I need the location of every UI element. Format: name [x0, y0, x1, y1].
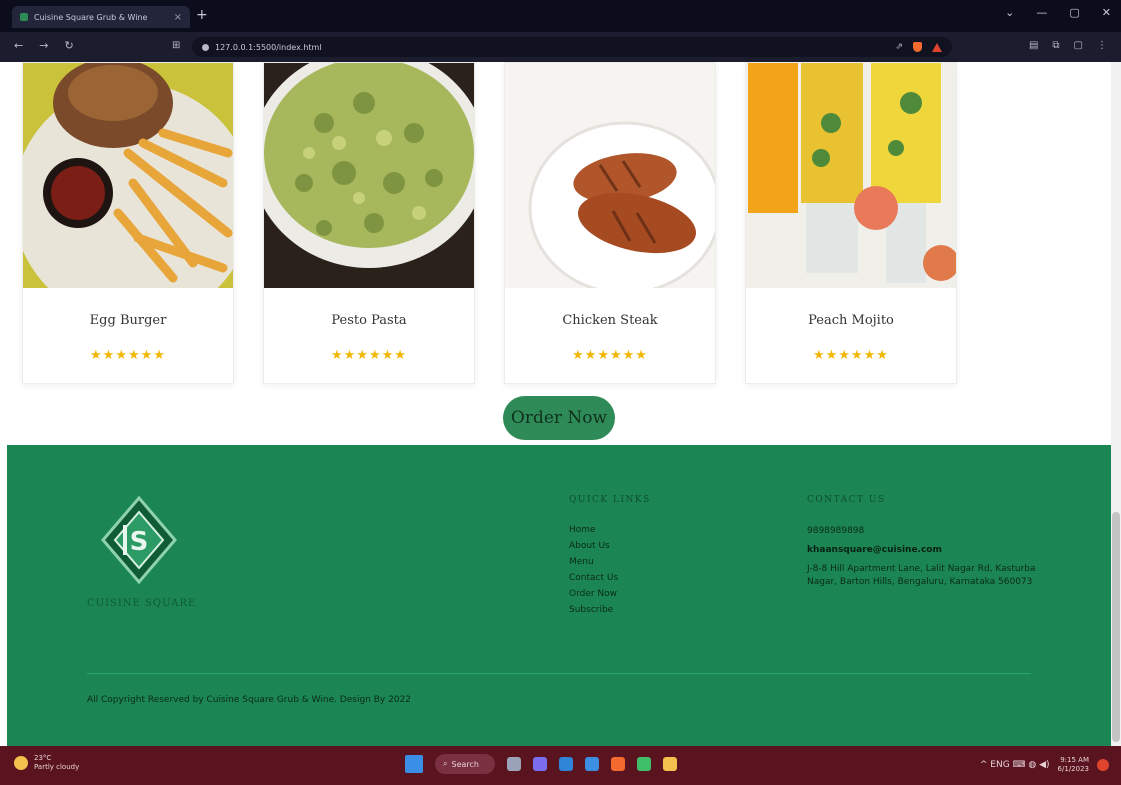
nav-buttons: ← → ↻ — [14, 39, 74, 52]
close-tab-icon[interactable]: × — [174, 12, 182, 23]
taskbar: 23°C Partly cloudy ⌕ Search ^ ENG ⌨ ◍ ◀)… — [0, 746, 1121, 785]
footer-link-menu[interactable]: Menu — [569, 557, 618, 567]
contact-email[interactable]: khaansquare@cuisine.com — [807, 544, 1047, 557]
quick-links-list: Home About Us Menu Contact Us Order Now … — [569, 525, 618, 615]
egg-burger-image — [23, 63, 233, 288]
footer-link-subscribe[interactable]: Subscribe — [569, 605, 618, 615]
browser-tab[interactable]: Cuisine Square Grub & Wine × — [12, 6, 190, 28]
url-text[interactable]: 127.0.0.1:5500/index.html — [215, 43, 889, 52]
sidebar-icon[interactable]: ▤ — [1029, 40, 1038, 51]
pesto-pasta-image — [264, 63, 474, 288]
scroll-thumb[interactable] — [1112, 512, 1120, 742]
minimize-button[interactable]: — — [1036, 6, 1047, 19]
extensions-icon[interactable]: ⧉ — [1052, 40, 1059, 51]
maximize-button[interactable]: ▢ — [1069, 6, 1079, 19]
search-label: Search — [451, 759, 479, 769]
whatsapp-icon[interactable] — [637, 757, 651, 771]
cuisine-square-logo[interactable]: S — [87, 490, 207, 610]
taskbar-search[interactable]: ⌕ Search — [435, 754, 495, 774]
card-title: Egg Burger — [89, 313, 167, 328]
address-bar[interactable]: 127.0.0.1:5500/index.html ⇗ — [192, 37, 952, 57]
notification-icon[interactable] — [1097, 759, 1109, 771]
card-title: Pesto Pasta — [331, 313, 407, 328]
browser-right-tools: ▤ ⧉ ▢ ⋮ — [1029, 40, 1107, 51]
vscode-icon[interactable] — [559, 757, 573, 771]
copyright-text: All Copyright Reserved by Cuisine Square… — [87, 695, 412, 705]
quick-links-title: QUICK LINKS — [569, 495, 651, 505]
clock-date: 6/1/2023 — [1057, 765, 1089, 773]
peach-mojito-image — [746, 63, 956, 288]
weather-desc: Partly cloudy — [34, 763, 80, 771]
menu-card[interactable]: Egg Burger ★★★★★★ — [22, 62, 234, 384]
chicken-steak-image — [505, 63, 715, 288]
footer-link-order[interactable]: Order Now — [569, 589, 618, 599]
menu-card[interactable]: Chicken Steak ★★★★★★ — [504, 62, 716, 384]
menu-card[interactable]: Pesto Pasta ★★★★★★ — [263, 62, 475, 384]
wallet-icon[interactable]: ▢ — [1074, 40, 1083, 51]
star-rating: ★★★★★★ — [572, 348, 648, 363]
clock[interactable]: 9:15 AM 6/1/2023 — [1058, 756, 1089, 774]
task-view-icon[interactable] — [507, 757, 521, 771]
tab-search-icon[interactable]: ⌄ — [1005, 6, 1014, 19]
brave-rewards-icon[interactable] — [932, 42, 942, 52]
file-explorer-icon[interactable] — [663, 757, 677, 771]
browser-toolbar: ← → ↻ ⊞ 127.0.0.1:5500/index.html ⇗ ▤ ⧉ … — [0, 32, 1121, 62]
store-icon[interactable] — [585, 757, 599, 771]
browser-tabbar: Cuisine Square Grub & Wine × + ⌄ — ▢ ✕ — [0, 0, 1121, 32]
page-scrollbar[interactable] — [1111, 62, 1121, 746]
share-icon[interactable]: ⇗ — [895, 42, 903, 52]
star-rating: ★★★★★★ — [90, 348, 166, 363]
address-bar-icons: ⇗ — [895, 42, 942, 52]
windows-start-icon[interactable] — [405, 755, 423, 773]
taskbar-apps: ⌕ Search — [405, 754, 677, 774]
page-content: Egg Burger ★★★★★★ Pesto Pasta ★★★★★★ Chi… — [0, 62, 1121, 746]
search-icon: ⌕ — [443, 759, 448, 768]
weather-widget[interactable]: 23°C Partly cloudy — [14, 754, 79, 772]
system-tray: ^ ENG ⌨ ◍ ◀) 9:15 AM 6/1/2023 — [980, 756, 1109, 774]
contact-address: J-8-8 Hill Apartment Lane, Lalit Nagar R… — [807, 564, 1036, 587]
new-tab-button[interactable]: + — [196, 6, 208, 24]
weather-icon — [14, 756, 28, 770]
clock-time: 9:15 AM — [1060, 756, 1089, 764]
star-rating: ★★★★★★ — [813, 348, 889, 363]
chat-app-icon[interactable] — [533, 757, 547, 771]
reload-icon[interactable]: ↻ — [64, 39, 73, 52]
card-title: Peach Mojito — [808, 313, 894, 328]
logo-text: CUISINE SQUARE — [87, 598, 197, 609]
weather-temp: 23°C — [34, 754, 52, 762]
card-title: Chicken Steak — [562, 313, 658, 328]
star-rating: ★★★★★★ — [331, 348, 407, 363]
tab-title: Cuisine Square Grub & Wine — [34, 12, 148, 22]
footer-divider — [87, 673, 1031, 674]
svg-text:S: S — [130, 527, 149, 557]
footer-link-contact[interactable]: Contact Us — [569, 573, 618, 583]
close-window-button[interactable]: ✕ — [1102, 6, 1111, 19]
contact-info: 9898989898 khaansquare@cuisine.com J-8-8… — [807, 525, 1047, 589]
favicon-icon — [20, 13, 28, 21]
footer-link-about[interactable]: About Us — [569, 541, 618, 551]
contact-phone: 9898989898 — [807, 526, 865, 536]
menu-icon[interactable]: ⋮ — [1097, 40, 1107, 51]
menu-card[interactable]: Peach Mojito ★★★★★★ — [745, 62, 957, 384]
window-controls: ⌄ — ▢ ✕ — [1005, 6, 1111, 19]
contact-title: CONTACT US — [807, 495, 886, 505]
order-now-button[interactable]: Order Now — [503, 396, 615, 440]
brave-shields-icon[interactable] — [913, 42, 922, 52]
weather-text: 23°C Partly cloudy — [34, 754, 79, 772]
bookmark-icon[interactable]: ⊞ — [172, 40, 180, 51]
site-info-icon[interactable] — [202, 43, 209, 51]
footer-link-home[interactable]: Home — [569, 525, 618, 535]
tray-icons[interactable]: ^ ENG ⌨ ◍ ◀) — [980, 760, 1050, 770]
brave-browser-icon[interactable] — [611, 757, 625, 771]
forward-icon[interactable]: → — [39, 39, 48, 52]
back-icon[interactable]: ← — [14, 39, 23, 52]
site-footer: S CUISINE SQUARE QUICK LINKS Home About … — [7, 445, 1111, 746]
